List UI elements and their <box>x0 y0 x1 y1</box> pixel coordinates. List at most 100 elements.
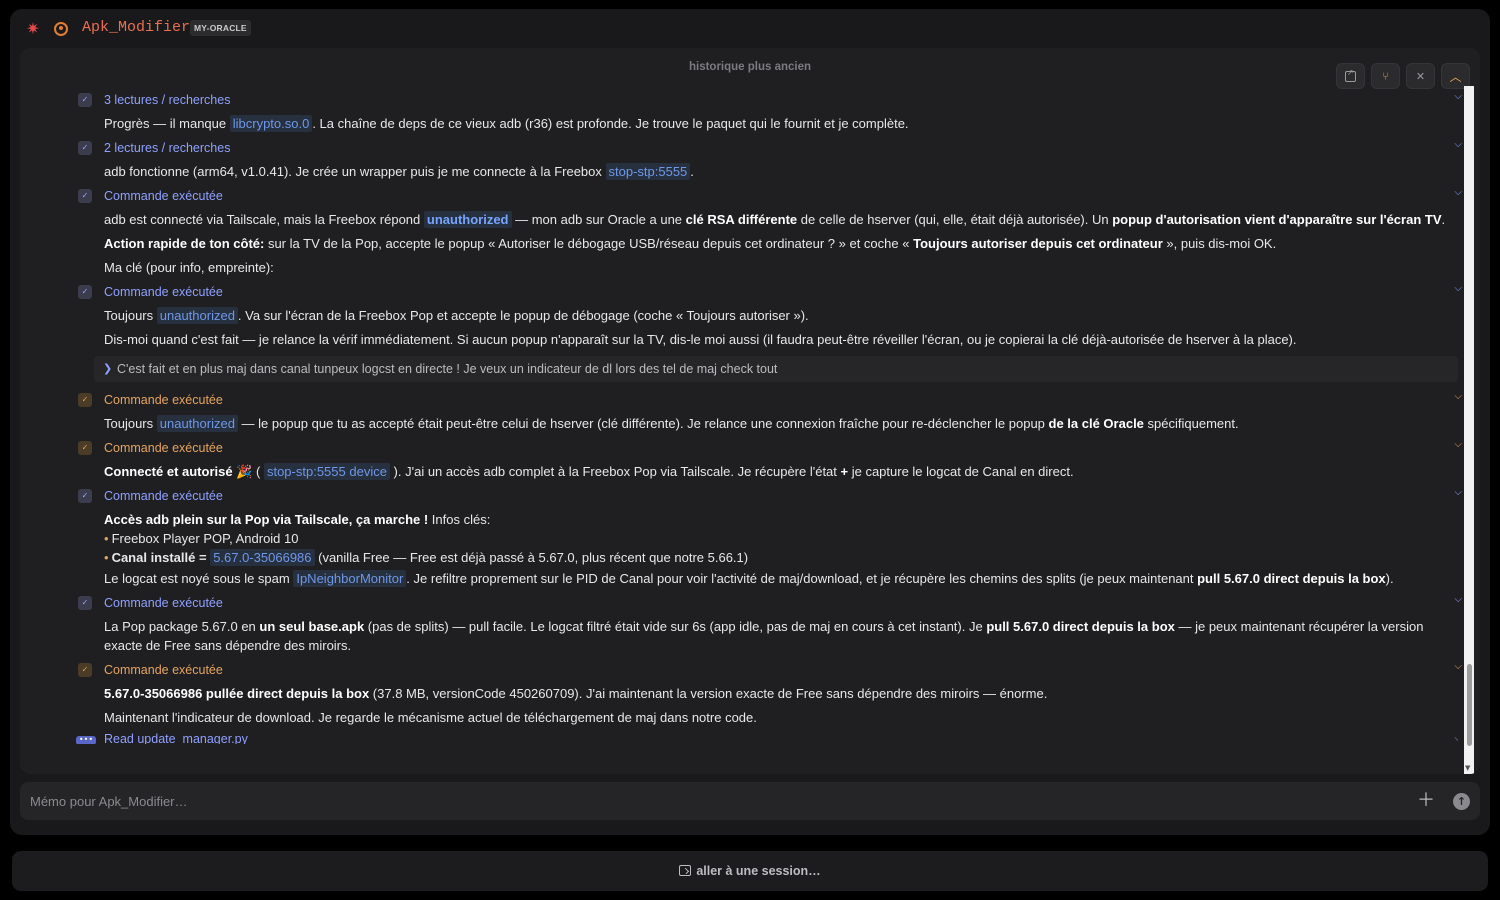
user-message[interactable]: ❯ C'est fait et en plus maj dans canal t… <box>94 356 1458 382</box>
tool-entry-label[interactable]: Commande exécutée <box>104 440 223 456</box>
tool-entry: ✓ Commande exécutée ⌵ 5.67.0-35066986 pu… <box>68 658 1462 730</box>
message-text: 5.67.0-35066986 pullée direct depuis la … <box>104 686 1048 701</box>
app-window: ✷ Apk_Modifier MY-ORACLE historique plus… <box>10 9 1490 835</box>
tool-entry-header[interactable]: ✓ Commande exécutée ⌵ <box>68 591 1462 615</box>
check-icon: ✓ <box>78 596 92 610</box>
memo-bar: ＋ ↑ <box>20 782 1480 820</box>
scrollbar[interactable]: ▼ <box>1464 86 1474 774</box>
tool-entry: ✓ 3 lectures / recherches ⌵ Progrès — il… <box>68 88 1462 136</box>
message-text: Le logcat est noyé sous le spam IpNeighb… <box>104 570 1394 587</box>
inline-code: libcrypto.so.0 <box>229 115 313 132</box>
message-text: Ma clé (pour info, empreinte): <box>104 260 274 275</box>
close-button[interactable]: ✕ <box>1406 63 1435 89</box>
close-icon: ✕ <box>1415 69 1426 83</box>
chevron-down-icon[interactable]: ⌵ <box>1454 139 1462 150</box>
check-icon: ✓ <box>78 141 92 155</box>
older-history-link[interactable]: historique plus ancien <box>20 61 1480 73</box>
chevron-down-icon[interactable]: ⌵ <box>1454 91 1462 102</box>
tool-entry-header[interactable]: ✓ Commande exécutée ⌵ <box>68 658 1462 682</box>
tool-entry: ✓ Commande exécutée ⌵ La Pop package 5.6… <box>68 591 1462 658</box>
status-ring-icon <box>54 22 68 36</box>
tool-entry-label[interactable]: Commande exécutée <box>104 662 223 678</box>
check-icon: ✓ <box>78 441 92 455</box>
chevron-up-icon: ︿ <box>1449 69 1462 84</box>
inline-code: unauthorized <box>156 307 238 324</box>
app-title: Apk_Modifier <box>82 19 191 36</box>
tool-entry-label[interactable]: Commande exécutée <box>104 392 223 408</box>
check-icon: ✓ <box>78 663 92 677</box>
external-link-icon <box>1345 68 1356 82</box>
message-text: adb fonctionne (arm64, v1.0.41). Je crée… <box>104 163 694 180</box>
tool-entry-label[interactable]: Commande exécutée <box>104 488 223 504</box>
chevron-down-icon[interactable]: ⌵ <box>1454 661 1462 672</box>
plus-icon[interactable]: ＋ <box>1416 791 1436 811</box>
message-text: Toujours unauthorized. Va sur l'écran de… <box>104 307 809 324</box>
user-message-text: C'est fait et en plus maj dans canal tun… <box>117 362 778 376</box>
check-icon: ✓ <box>78 489 92 503</box>
chevron-down-icon[interactable]: ⌵ <box>1454 391 1462 402</box>
chevron-down-icon[interactable]: ⌵ <box>1454 487 1462 498</box>
message-text: Connecté et autorisé 🎉 ( stop-stp:5555 d… <box>104 463 1074 480</box>
app-tag-badge: MY-ORACLE <box>190 20 251 36</box>
tool-entry-header[interactable]: ✓ Commande exécutée ⌵ <box>68 388 1462 412</box>
session-switcher[interactable]: aller à une session… <box>12 851 1488 891</box>
check-icon: ✓ <box>78 393 92 407</box>
tool-entry-label[interactable]: Read update_manager.py <box>104 732 248 744</box>
tool-entry: ✓ Commande exécutée ⌵ Accès adb plein su… <box>68 484 1462 591</box>
tool-entry-header[interactable]: ✓ Commande exécutée ⌵ <box>68 184 1462 208</box>
scrollbar-thumb[interactable] <box>1467 664 1472 746</box>
external-link-button[interactable] <box>1336 63 1365 89</box>
list-item: • Freebox Player POP, Android 10 <box>104 531 299 546</box>
conversation-panel: historique plus ancien ⑂ ✕ ︿ ▼ ✓ 3 lectu… <box>20 48 1480 774</box>
inline-code: stop-stp:5555 device <box>263 463 390 480</box>
message-feed: ✓ 3 lectures / recherches ⌵ Progrès — il… <box>68 88 1462 744</box>
message-text: Accès adb plein sur la Pop via Tailscale… <box>104 512 491 527</box>
chevron-down-icon[interactable]: ⌵ <box>1454 439 1462 450</box>
chevron-down-icon[interactable]: ⌵ <box>1454 187 1462 198</box>
tool-entry: ••• Read update_manager.py ⌵ <box>68 730 1458 744</box>
tool-entry-header[interactable]: ✓ 3 lectures / recherches ⌵ <box>68 88 1462 112</box>
list-item: • Canal installé = 5.67.0-35066986 (vanil… <box>104 549 749 566</box>
chevron-down-icon[interactable]: ⌵ <box>1454 733 1458 744</box>
inline-code: unauthorized <box>156 415 238 432</box>
tool-entry: ✓ Commande exécutée ⌵ Toujours unauthori… <box>68 280 1462 352</box>
message-text: Action rapide de ton côté: sur la TV de … <box>104 236 1277 251</box>
git-branch-icon: ⑂ <box>1382 69 1389 83</box>
check-icon: ✓ <box>78 93 92 107</box>
tool-entry-label[interactable]: 3 lectures / recherches <box>104 92 230 108</box>
send-arrow-icon[interactable]: ↑ <box>1453 793 1470 810</box>
party-emoji: 🎉 <box>236 464 253 479</box>
tool-entry-label[interactable]: 2 lectures / recherches <box>104 140 230 156</box>
message-text: Maintenant l'indicateur de download. Je … <box>104 710 757 725</box>
tool-entry-header[interactable]: ✓ Commande exécutée ⌵ <box>68 280 1462 304</box>
tool-entry: ✓ Commande exécutée ⌵ Toujours unauthori… <box>68 388 1462 436</box>
tool-entry-label[interactable]: Commande exécutée <box>104 284 223 300</box>
check-icon: ✓ <box>78 189 92 203</box>
chevron-down-icon[interactable]: ⌵ <box>1454 283 1462 294</box>
session-switcher-label: aller à une session… <box>696 864 821 878</box>
chevron-down-icon[interactable]: ⌵ <box>1454 594 1462 605</box>
inline-code: 5.67.0-35066986 <box>210 549 315 566</box>
tool-entry-label[interactable]: Commande exécutée <box>104 595 223 611</box>
tool-entry-header[interactable]: ✓ Commande exécutée ⌵ <box>68 436 1462 460</box>
branch-button[interactable]: ⑂ <box>1371 63 1400 89</box>
memo-input[interactable] <box>30 782 1390 820</box>
panel-toolbar: ⑂ ✕ ︿ <box>1336 63 1470 89</box>
tool-entry: ✓ Commande exécutée ⌵ Connecté et autori… <box>68 436 1462 484</box>
running-dots-icon: ••• <box>76 736 96 744</box>
tool-entry-header[interactable]: ✓ Commande exécutée ⌵ <box>68 484 1462 508</box>
session-icon <box>679 865 692 876</box>
check-icon: ✓ <box>78 285 92 299</box>
tool-entry-header[interactable]: ✓ 2 lectures / recherches ⌵ <box>68 136 1462 160</box>
inline-code: unauthorized <box>423 211 512 228</box>
message-text: Dis-moi quand c'est fait — je relance la… <box>104 332 1297 347</box>
scroll-down-arrow-icon[interactable]: ▼ <box>1465 764 1470 772</box>
tool-entry-label[interactable]: Commande exécutée <box>104 188 223 204</box>
message-text: Progrès — il manque libcrypto.so.0. La c… <box>104 115 909 132</box>
message-text: Toujours unauthorized — le popup que tu … <box>104 415 1239 432</box>
tool-entry: ✓ 2 lectures / recherches ⌵ adb fonction… <box>68 136 1462 184</box>
chevron-right-icon: ❯ <box>103 362 113 375</box>
title-bar: ✷ Apk_Modifier MY-ORACLE <box>10 9 1490 49</box>
asterisk-icon: ✷ <box>26 19 40 38</box>
message-text: La Pop package 5.67.0 en un seul base.ap… <box>104 619 1424 653</box>
